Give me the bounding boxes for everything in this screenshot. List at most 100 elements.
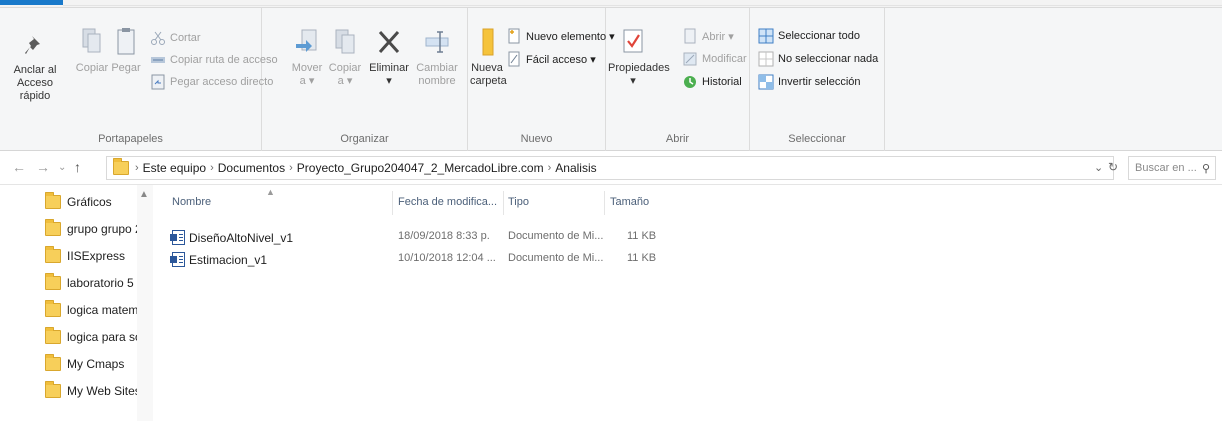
folder-icon	[113, 158, 129, 175]
cut-button[interactable]: Cortar	[150, 30, 201, 46]
folder-icon	[45, 354, 61, 371]
nav-item[interactable]: My Web Sites	[45, 381, 141, 398]
word-document-icon	[170, 230, 185, 245]
select-all-label: Seleccionar todo	[778, 30, 860, 42]
edit-button[interactable]: Modificar	[682, 51, 747, 67]
search-placeholder: Buscar en ...	[1135, 162, 1197, 174]
file-tab-accent[interactable]	[0, 0, 63, 5]
paste-shortcut-icon	[150, 74, 166, 90]
nav-item[interactable]: laboratorio 5 y	[45, 273, 144, 290]
breadcrumb-proyecto[interactable]: Proyecto_Grupo204047_2_MercadoLibre.com	[297, 161, 544, 175]
column-header-tamano[interactable]: Tamaño	[610, 196, 649, 208]
properties-icon	[623, 29, 643, 53]
chevron-right-icon[interactable]: ›	[135, 162, 139, 174]
nav-item-label: laboratorio 5 y	[67, 276, 144, 290]
delete-label: Eliminar ▾	[369, 62, 409, 87]
address-dropdown-icon[interactable]: ⌄	[1094, 161, 1103, 174]
clipboard-icon	[117, 28, 135, 55]
up-arrow-icon[interactable]: ↑	[74, 159, 81, 175]
column-header-fecha[interactable]: Fecha de modifica...	[398, 196, 497, 208]
properties-button[interactable]: Propiedades ▾	[608, 26, 670, 88]
delete-x-icon	[378, 30, 400, 54]
chevron-right-icon[interactable]: ›	[548, 162, 552, 174]
invert-selection-button[interactable]: Invertir selección	[758, 74, 861, 90]
history-button[interactable]: Historial	[682, 74, 742, 90]
copy-icon	[82, 28, 101, 53]
search-input[interactable]: Buscar en ... ⚲	[1128, 156, 1216, 180]
move-to-button[interactable]: Mover a ▾	[290, 26, 324, 88]
open-button[interactable]: Abrir ▾	[682, 28, 734, 44]
easy-access-button[interactable]: Fácil acceso ▾	[506, 51, 596, 67]
nav-item[interactable]: My Cmaps	[45, 354, 124, 371]
forward-arrow-icon[interactable]: →	[36, 159, 50, 175]
group-portapapeles: Anclar al Acceso rápido Copiar Pegar Cor…	[0, 8, 278, 151]
folder-icon	[45, 273, 61, 290]
paste-shortcut-button[interactable]: Pegar acceso directo	[150, 74, 273, 90]
easy-access-label: Fácil acceso ▾	[526, 53, 596, 66]
chevron-right-icon[interactable]: ›	[289, 162, 293, 174]
column-header-tipo[interactable]: Tipo	[508, 196, 529, 208]
new-item-button[interactable]: Nuevo elemento ▾	[506, 28, 615, 44]
edit-label: Modificar	[702, 53, 747, 65]
invert-selection-label: Invertir selección	[778, 76, 861, 88]
group-label-organizar: Organizar	[340, 133, 389, 145]
easy-access-icon	[506, 51, 522, 67]
copy-to-button[interactable]: Copiar a ▾	[328, 26, 362, 88]
nav-item-label: My Web Sites	[67, 384, 141, 398]
ribbon-tab-strip	[0, 0, 1222, 8]
nav-item[interactable]: grupo grupo 2(	[45, 219, 146, 236]
file-date: 10/10/2018 12:04 ...	[398, 252, 496, 264]
folder-icon	[45, 246, 61, 263]
copy-path-icon	[150, 52, 166, 68]
delete-button[interactable]: Eliminar ▾	[366, 26, 412, 88]
nav-item[interactable]: Gráficos	[45, 192, 112, 209]
pin-quick-access-button[interactable]: Anclar al Acceso rápido	[4, 34, 66, 103]
history-icon	[682, 74, 698, 90]
rename-button[interactable]: Cambiar nombre	[414, 26, 460, 88]
copy-path-button[interactable]: Copiar ruta de acceso	[150, 52, 278, 68]
nav-item[interactable]: logica matema	[45, 300, 145, 317]
back-arrow-icon[interactable]: ←	[12, 159, 26, 175]
breadcrumb-analisis[interactable]: Analisis	[555, 161, 596, 175]
open-label: Abrir ▾	[702, 30, 734, 43]
word-document-icon	[170, 252, 185, 267]
column-divider[interactable]	[503, 191, 504, 215]
breadcrumb-documentos[interactable]: Documentos	[218, 161, 285, 175]
cut-label: Cortar	[170, 32, 201, 44]
sort-arrow-icon: ▲	[266, 187, 275, 197]
nav-scrollbar[interactable]: ▲	[137, 185, 153, 421]
file-row[interactable]: Estimacion_v1 10/10/2018 12:04 ... Docum…	[153, 249, 713, 269]
file-list: ▲ Nombre Fecha de modifica... Tipo Tamañ…	[153, 185, 1222, 421]
nav-item-label: Gráficos	[67, 195, 112, 209]
breadcrumb-este-equipo[interactable]: Este equipo	[143, 161, 206, 175]
nav-item-label: grupo grupo 2(	[67, 222, 146, 236]
history-label: Historial	[702, 76, 742, 88]
nav-item[interactable]: logica para sol	[45, 327, 144, 344]
new-folder-button[interactable]: Nueva carpeta	[470, 26, 507, 88]
copy-button[interactable]: Copiar	[75, 26, 109, 75]
open-icon	[682, 28, 698, 44]
folder-icon	[45, 327, 61, 344]
recent-chevron-icon[interactable]: ⌄	[58, 162, 66, 173]
folder-icon	[45, 192, 61, 209]
group-label-abrir: Abrir	[665, 133, 690, 145]
scissors-icon	[150, 30, 166, 46]
select-none-button[interactable]: No seleccionar nada	[758, 51, 878, 67]
chevron-right-icon[interactable]: ›	[210, 162, 214, 174]
paste-button[interactable]: Pegar	[109, 26, 143, 75]
address-path[interactable]: › Este equipo › Documentos › Proyecto_Gr…	[106, 156, 1114, 180]
refresh-icon[interactable]: ↻	[1108, 160, 1118, 174]
column-divider[interactable]	[604, 191, 605, 215]
folder-icon	[45, 381, 61, 398]
column-header-nombre[interactable]: Nombre	[172, 196, 211, 208]
properties-label: Propiedades ▾	[608, 62, 670, 87]
nav-item[interactable]: IISExpress	[45, 246, 125, 263]
new-item-label: Nuevo elemento ▾	[526, 30, 615, 43]
rename-label: Cambiar nombre	[416, 62, 458, 87]
select-all-button[interactable]: Seleccionar todo	[758, 28, 860, 44]
select-none-label: No seleccionar nada	[778, 53, 879, 65]
edit-icon	[682, 51, 698, 67]
file-row[interactable]: DiseñoAltoNivel_v1 18/09/2018 8:33 p. Do…	[153, 227, 713, 247]
scroll-up-icon[interactable]: ▲	[139, 189, 149, 200]
column-divider[interactable]	[392, 191, 393, 215]
